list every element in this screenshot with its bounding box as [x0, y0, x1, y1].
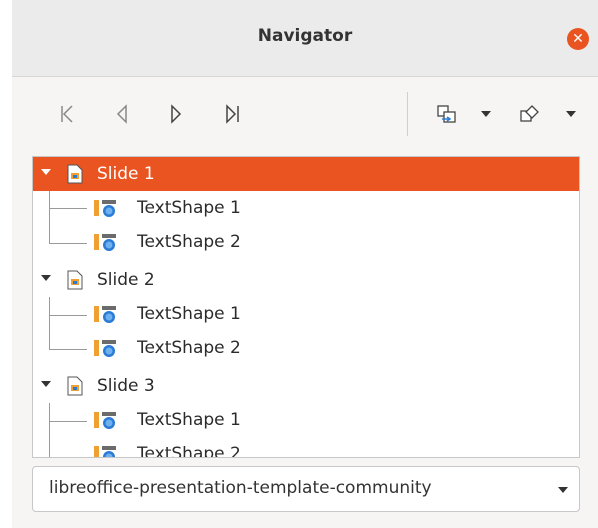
shapes-button[interactable]	[512, 96, 546, 132]
slide-icon	[67, 376, 83, 396]
tree-item-label: TextShape 2	[137, 232, 241, 252]
tree-item-textshape[interactable]: TextShape 2	[33, 225, 579, 259]
tree-item-textshape[interactable]: TextShape 2	[33, 331, 579, 365]
toolbar-separator	[407, 92, 408, 136]
title-bar: Navigator ✕	[12, 0, 598, 77]
tree-item-label: Slide 2	[97, 270, 155, 290]
chevron-down-icon	[558, 487, 568, 493]
navigator-tree[interactable]: Slide 1 TextShape 1 TextShape 2 Slide 2 …	[32, 156, 580, 458]
window-title: Navigator	[257, 26, 353, 46]
text-shape-icon	[94, 446, 116, 457]
last-slide-button[interactable]	[216, 96, 250, 132]
chevron-down-icon	[566, 111, 576, 117]
tree-item-slide-2[interactable]: Slide 2	[33, 263, 579, 297]
drag-mode-icon	[437, 105, 456, 123]
drag-mode-dropdown[interactable]	[478, 96, 494, 132]
expander-icon[interactable]	[41, 169, 51, 175]
tree-item-slide-3[interactable]: Slide 3	[33, 369, 579, 403]
tree-item-label: Slide 1	[97, 164, 155, 184]
tree-item-label: TextShape 2	[137, 444, 241, 458]
tree-item-label: TextShape 1	[137, 410, 241, 430]
close-icon: ✕	[572, 31, 584, 47]
slide-icon	[67, 270, 83, 290]
tree-item-textshape[interactable]: TextShape 1	[33, 403, 579, 437]
tree-item-textshape[interactable]: TextShape 1	[33, 297, 579, 331]
text-shape-icon	[94, 234, 116, 251]
first-slide-button[interactable]	[50, 96, 84, 132]
next-slide-button[interactable]	[159, 96, 193, 132]
shapes-icon	[520, 105, 539, 122]
shapes-dropdown[interactable]	[563, 96, 579, 132]
navigator-toolbar	[12, 76, 598, 154]
document-select[interactable]: libreoffice-presentation-template-commun…	[32, 466, 580, 512]
text-shape-icon	[94, 340, 116, 357]
chevron-down-icon	[481, 111, 491, 117]
previous-slide-button[interactable]	[105, 96, 139, 132]
drag-mode-button[interactable]	[430, 96, 464, 132]
text-shape-icon	[94, 200, 116, 217]
tree-item-label: TextShape 1	[137, 198, 241, 218]
document-select-value: libreoffice-presentation-template-commun…	[49, 478, 432, 498]
tree-item-label: TextShape 2	[137, 338, 241, 358]
navigator-window: Navigator ✕ Slide 1 TextShape 1 TextShap…	[12, 0, 598, 528]
text-shape-icon	[94, 412, 116, 429]
tree-item-label: Slide 3	[97, 376, 155, 396]
text-shape-icon	[94, 306, 116, 323]
slide-icon	[67, 164, 83, 184]
previous-icon	[116, 104, 127, 124]
close-button[interactable]: ✕	[567, 28, 589, 50]
tree-item-label: TextShape 1	[137, 304, 241, 324]
tree-item-textshape[interactable]: TextShape 1	[33, 191, 579, 225]
last-icon	[226, 104, 239, 124]
next-icon	[171, 104, 182, 124]
first-icon	[61, 105, 73, 123]
tree-item-slide-1[interactable]: Slide 1	[33, 157, 579, 191]
expander-icon[interactable]	[41, 381, 51, 387]
expander-icon[interactable]	[41, 275, 51, 281]
tree-item-textshape[interactable]: TextShape 2	[33, 437, 579, 458]
